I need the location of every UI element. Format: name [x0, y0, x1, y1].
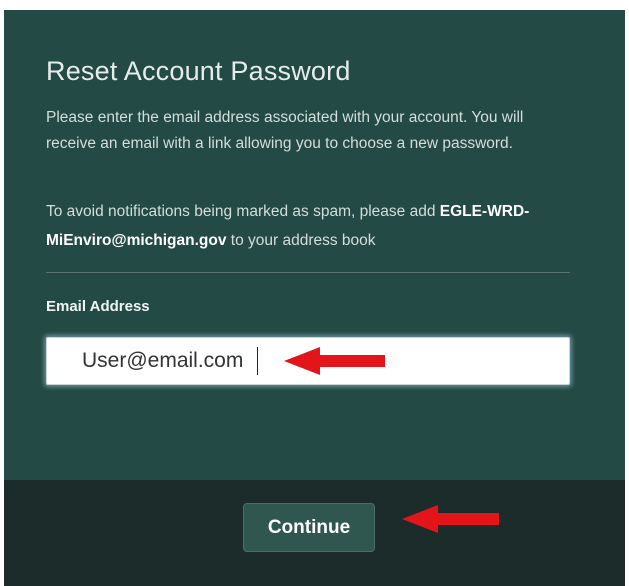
red-arrow-icon	[284, 347, 385, 375]
screenshot-canvas: Reset Account Password Please enter the …	[0, 0, 629, 586]
section-divider	[46, 272, 570, 273]
arrow-shape	[284, 347, 385, 375]
arrow-shape	[402, 505, 499, 533]
dialog-description: Please enter the email address associate…	[46, 109, 524, 152]
spam-notice-suffix: to your address book	[226, 232, 376, 249]
email-label: Email Address	[46, 298, 150, 315]
spam-notice: To avoid notifications being marked as s…	[46, 197, 566, 255]
spam-notice-prefix: To avoid notifications being marked as s…	[46, 203, 440, 220]
text-cursor	[257, 347, 258, 375]
continue-button[interactable]: Continue	[243, 503, 375, 552]
red-arrow-icon	[402, 505, 499, 533]
dialog-title: Reset Account Password	[46, 56, 351, 86]
